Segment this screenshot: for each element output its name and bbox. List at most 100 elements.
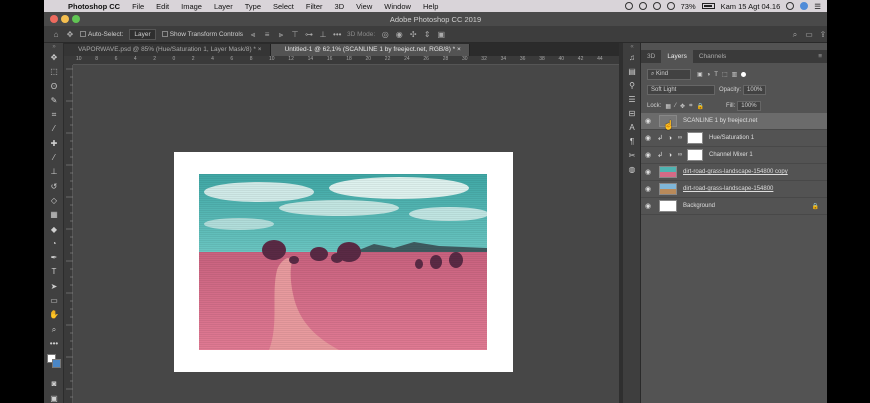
3d-rotate-icon[interactable]: ◎ [381, 30, 389, 38]
align-right-icon[interactable]: ⫸ [277, 30, 285, 38]
dodge-tool-icon[interactable]: ◔ [44, 237, 64, 251]
layer-mask-thumbnail[interactable] [687, 132, 703, 144]
learn-icon[interactable]: ♫ [623, 51, 641, 65]
3d-panel-icon[interactable]: ◍ [623, 163, 641, 177]
more-options-icon[interactable]: ••• [333, 30, 341, 38]
menu-window[interactable]: Window [378, 2, 417, 11]
layer-row[interactable]: ◉ dirt-road-grass-landscape-154800 copy [641, 164, 827, 181]
minimize-window-icon[interactable] [61, 15, 69, 23]
adjustments-icon[interactable]: ☰ [623, 93, 641, 107]
filter-shape-icon[interactable]: ⬚ [722, 71, 728, 78]
brush-tool-icon[interactable]: ⁄ [44, 151, 64, 165]
menu-type[interactable]: Type [239, 2, 267, 11]
paragraph-icon[interactable]: ¶ [623, 135, 641, 149]
path-selection-tool-icon[interactable]: ➤ [44, 280, 64, 294]
3d-roll-icon[interactable]: ◉ [395, 30, 403, 38]
toolbar-collapse-icon[interactable]: » [44, 43, 64, 51]
menu-file[interactable]: File [126, 2, 150, 11]
lock-pixels-icon[interactable]: ⁄ [675, 103, 676, 109]
menu-view[interactable]: View [350, 2, 378, 11]
fill-field[interactable]: 100% [737, 101, 761, 111]
notification-center-icon[interactable]: ☰ [814, 2, 821, 11]
menu-select[interactable]: Select [267, 2, 300, 11]
bluetooth-icon[interactable] [652, 2, 661, 10]
opacity-field[interactable]: 100% [743, 85, 767, 95]
close-tab-icon[interactable]: × [457, 46, 461, 53]
3d-pan-icon[interactable]: ✣ [409, 30, 417, 38]
share-icon[interactable]: ⇪ [819, 30, 827, 38]
layer-row[interactable]: ◉ Background 🔒 [641, 198, 827, 215]
history-brush-tool-icon[interactable]: ↺ [44, 180, 64, 194]
layer-row[interactable]: ◉ ↲ ◑ ∞ Hue/Saturation 1 [641, 130, 827, 147]
gradient-tool-icon[interactable]: ▦ [44, 208, 64, 222]
align-center-icon[interactable]: ≡ [263, 30, 271, 38]
close-tab-icon[interactable]: × [258, 46, 262, 53]
move-tool-icon[interactable]: ✥ [66, 30, 74, 38]
visibility-eye-icon[interactable]: ◉ [641, 151, 655, 159]
menu-image[interactable]: Image [175, 2, 208, 11]
lasso-tool-icon[interactable]: ʘ [44, 80, 64, 94]
3d-slide-icon[interactable]: ⇕ [423, 30, 431, 38]
landscape-photo[interactable] [199, 174, 487, 350]
menu-edit[interactable]: Edit [150, 2, 175, 11]
workspace-icon[interactable]: ▭ [805, 30, 813, 38]
lock-icon[interactable]: 🔒 [812, 203, 819, 210]
search-icon[interactable] [786, 2, 795, 10]
zoom-window-icon[interactable] [72, 15, 80, 23]
properties-icon[interactable]: ⊟ [623, 107, 641, 121]
tab-3d[interactable]: 3D [641, 50, 661, 63]
filter-type-icon[interactable]: T [714, 72, 718, 78]
tab-vaporwave[interactable]: VAPORWAVE.psd @ 85% (Hue/Saturation 1, L… [64, 44, 271, 56]
visibility-eye-icon[interactable]: ◉ [641, 117, 655, 125]
menu-filter[interactable]: Filter [300, 2, 329, 11]
layer-row[interactable]: ◉ ↲ ◑ ∞ Channel Mixer 1 [641, 147, 827, 164]
strip-collapse-icon[interactable]: « [623, 43, 641, 51]
tab-untitled-1[interactable]: Untitled-1 @ 62,1% (SCANLINE 1 by freeje… [270, 44, 470, 56]
align-top-icon[interactable]: ⊤ [291, 30, 299, 38]
lock-position-icon[interactable]: ✥ [680, 103, 685, 110]
move-tool-icon[interactable]: ✥ [44, 51, 64, 65]
zoom-tool-icon[interactable]: ⌕ [44, 323, 64, 337]
tab-channels[interactable]: Channels [693, 50, 732, 63]
lock-transparent-icon[interactable]: ▦ [665, 103, 671, 110]
character-icon[interactable]: A [623, 121, 641, 135]
edit-toolbar-icon[interactable]: ••• [44, 337, 64, 351]
align-middle-icon[interactable]: ⊶ [305, 30, 313, 38]
tab-layers[interactable]: Layers [661, 50, 693, 63]
brushes-icon[interactable]: ⚲ [623, 79, 641, 93]
menu-layer[interactable]: Layer [208, 2, 239, 11]
clone-stamp-tool-icon[interactable]: ⊥ [44, 165, 64, 179]
transform-controls-checkbox[interactable] [161, 30, 168, 37]
background-color-swatch[interactable] [52, 359, 61, 369]
pen-tool-icon[interactable]: ✒ [44, 251, 64, 265]
filter-smart-object-icon[interactable]: ▥ [732, 71, 738, 78]
close-window-icon[interactable] [50, 15, 58, 23]
blend-mode-dropdown[interactable]: Soft Light [647, 85, 715, 95]
rectangle-tool-icon[interactable]: ▭ [44, 294, 64, 308]
3d-scale-icon[interactable]: ▣ [437, 30, 445, 38]
marquee-tool-icon[interactable]: ⬚ [44, 65, 64, 79]
auto-select-dropdown[interactable]: Layer [129, 28, 156, 40]
chain-link-icon[interactable]: ∞ [675, 152, 685, 158]
time-machine-icon[interactable] [638, 2, 647, 10]
history-icon[interactable]: ▤ [623, 65, 641, 79]
record-icon[interactable] [624, 2, 633, 10]
home-icon[interactable]: ⌂ [52, 30, 60, 38]
hand-tool-icon[interactable]: ✋ [44, 308, 64, 322]
chain-link-icon[interactable]: ∞ [675, 135, 685, 141]
quick-mask-icon[interactable]: ◙ [44, 377, 64, 391]
healing-brush-tool-icon[interactable]: ✚ [44, 137, 64, 151]
filter-toggle-icon[interactable] [741, 72, 747, 77]
lock-all-icon[interactable]: 🔒 [696, 103, 703, 110]
search-icon[interactable]: ⌕ [791, 30, 799, 38]
clock[interactable]: Kam 15 Agt 04.16 [721, 2, 781, 11]
filter-pixel-icon[interactable]: ▣ [697, 71, 703, 78]
filter-adjustment-icon[interactable]: ◑ [707, 72, 711, 78]
type-tool-icon[interactable]: T [44, 265, 64, 279]
layer-mask-thumbnail[interactable] [687, 149, 703, 161]
layer-row[interactable]: ◉ dirt-road-grass-landscape-154800 [641, 181, 827, 198]
menu-app[interactable]: Photoshop CC [62, 2, 126, 11]
visibility-eye-icon[interactable]: ◉ [641, 134, 655, 142]
color-swatches[interactable] [44, 351, 64, 377]
eyedropper-tool-icon[interactable]: ⁄ [44, 122, 64, 136]
